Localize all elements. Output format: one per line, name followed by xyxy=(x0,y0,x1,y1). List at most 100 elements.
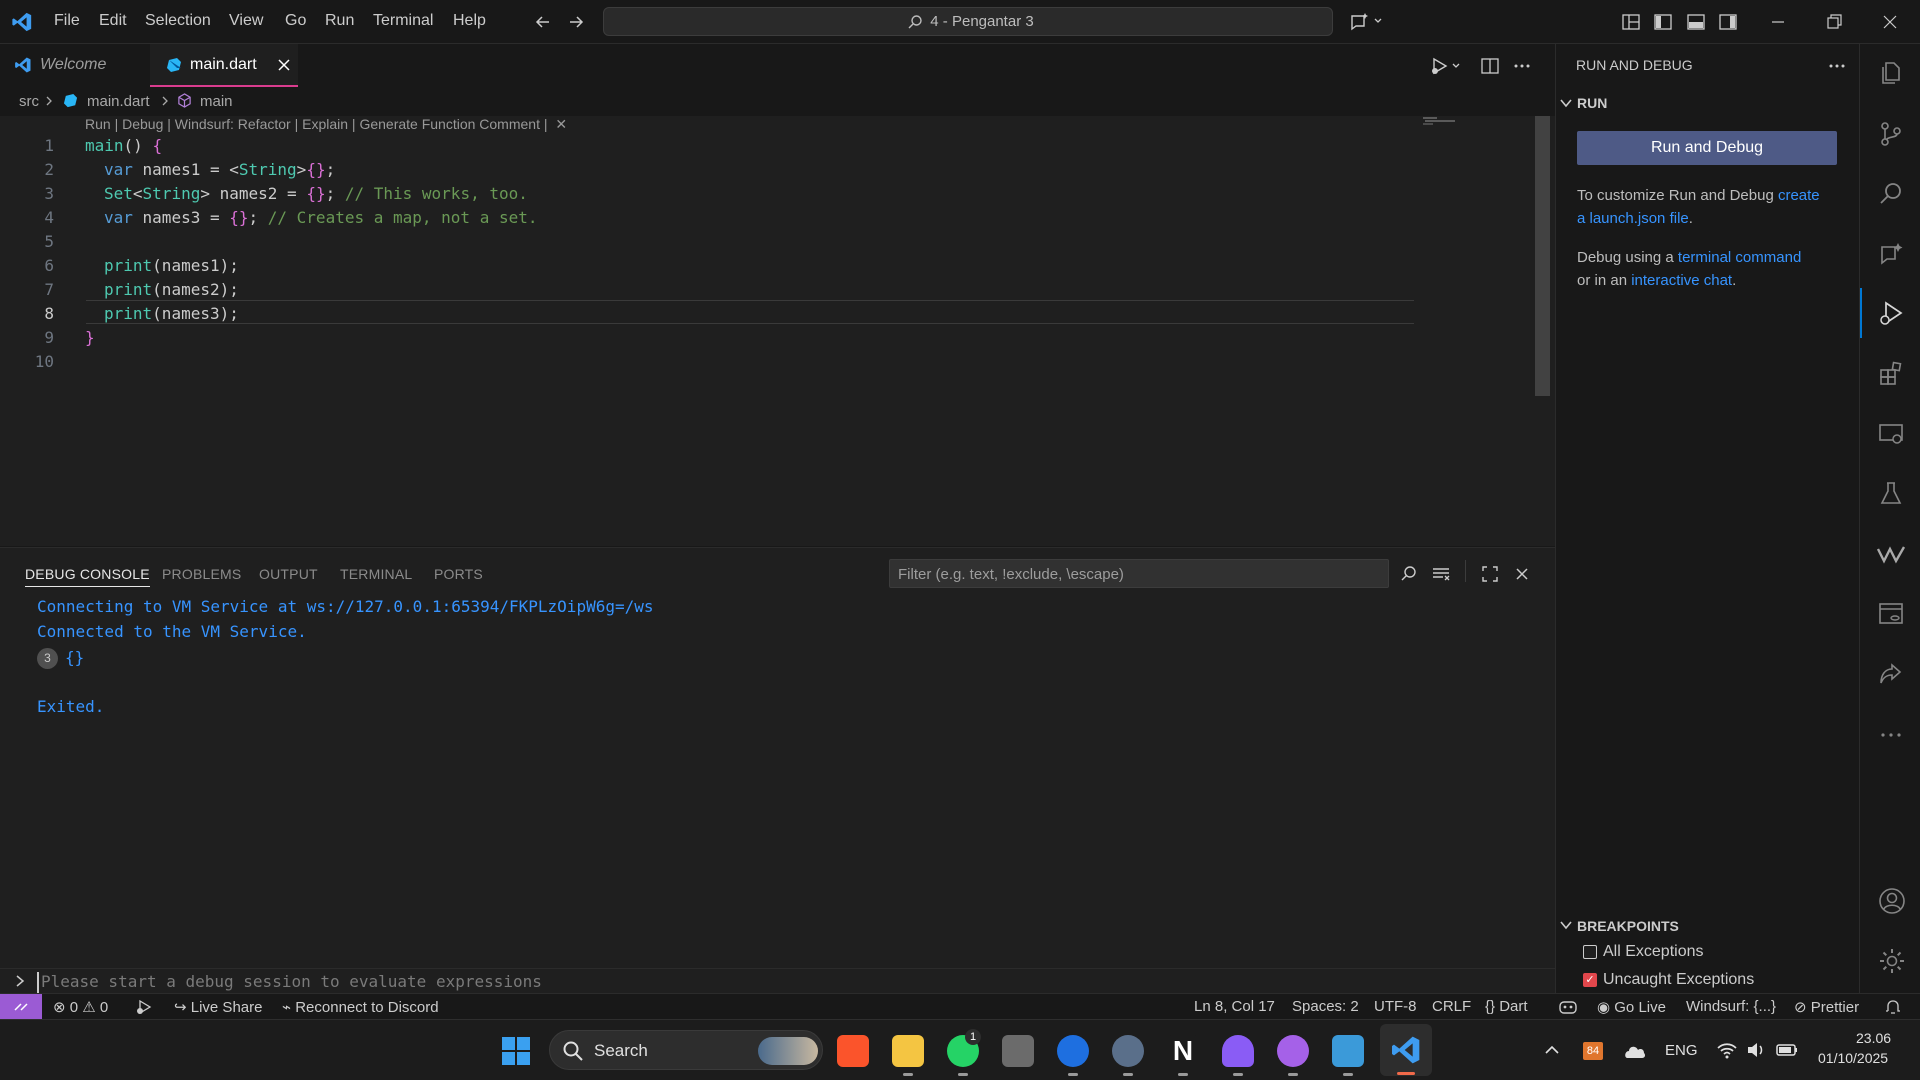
encoding[interactable]: UTF-8 xyxy=(1374,998,1417,1015)
run-debug-dropdown-icon[interactable] xyxy=(1429,56,1463,76)
tray-app-badge[interactable]: 84 xyxy=(1583,1042,1603,1060)
create-link[interactable]: create xyxy=(1778,187,1820,204)
command-center[interactable]: 4 - Pengantar 3 xyxy=(603,7,1333,36)
database-icon[interactable] xyxy=(1878,601,1904,627)
tab-main-dart[interactable]: main.dart xyxy=(150,44,298,87)
input-language[interactable]: ENG xyxy=(1665,1042,1698,1059)
menu-file[interactable]: File xyxy=(54,12,80,30)
remote-indicator[interactable] xyxy=(0,994,42,1020)
maximize-panel-icon[interactable] xyxy=(1480,564,1500,584)
remote-explorer-icon[interactable] xyxy=(1878,421,1904,447)
github-desktop-icon[interactable] xyxy=(1277,1035,1309,1067)
windows-start-icon[interactable] xyxy=(501,1036,531,1066)
menu-edit[interactable]: Edit xyxy=(99,12,127,30)
close-window-icon[interactable] xyxy=(1880,12,1900,32)
clear-console-icon[interactable] xyxy=(1431,564,1451,584)
run-section-header[interactable]: RUN xyxy=(1556,88,1860,118)
customize-layout-icon[interactable] xyxy=(1621,12,1641,32)
tab-output[interactable]: OUTPUT xyxy=(259,566,318,582)
chevron-up-icon[interactable] xyxy=(1542,1040,1562,1060)
minimize-icon[interactable] xyxy=(1768,12,1788,32)
minimap[interactable] xyxy=(1423,116,1472,126)
testing-icon[interactable] xyxy=(1878,481,1904,507)
interactive-chat-link[interactable]: interactive chat xyxy=(1631,272,1732,289)
volume-icon[interactable] xyxy=(1745,1040,1767,1060)
tab-debug-console[interactable]: DEBUG CONSOLE xyxy=(25,566,150,587)
menu-run[interactable]: Run xyxy=(325,12,354,30)
problems-indicator[interactable]: ⊗ 0 ⚠ 0 xyxy=(53,998,108,1016)
vscode-taskbar-button[interactable] xyxy=(1380,1024,1432,1076)
codelens-close-icon[interactable]: ✕ xyxy=(555,116,567,132)
tab-problems[interactable]: PROBLEMS xyxy=(162,566,241,582)
console-object[interactable]: {} xyxy=(65,648,84,667)
file-explorer-icon[interactable] xyxy=(892,1035,924,1067)
menu-terminal[interactable]: Terminal xyxy=(373,12,433,30)
settings-gear-icon[interactable] xyxy=(1878,947,1906,975)
tab-terminal[interactable]: TERMINAL xyxy=(340,566,412,582)
close-panel-icon[interactable] xyxy=(1512,564,1532,584)
filter-input[interactable]: Filter (e.g. text, !exclude, \escape) xyxy=(889,559,1389,588)
more-actions-icon[interactable] xyxy=(1827,56,1847,76)
taskbar-search[interactable]: Search xyxy=(549,1030,823,1070)
eol[interactable]: CRLF xyxy=(1432,998,1471,1015)
breadcrumb-folder[interactable]: src xyxy=(19,93,39,110)
codelens-actions[interactable]: Run | Debug | Windsurf: Refactor | Expla… xyxy=(85,116,548,132)
terminal-command-link[interactable]: terminal command xyxy=(1678,249,1801,266)
run-and-debug-button[interactable]: Run and Debug xyxy=(1577,131,1837,165)
windsurf-status[interactable]: Windsurf: {...} xyxy=(1686,998,1776,1015)
explorer-icon[interactable] xyxy=(1878,60,1904,86)
cube-app-icon[interactable] xyxy=(1002,1035,1034,1067)
go-live-status[interactable]: ◉ Go Live xyxy=(1597,998,1666,1016)
indentation[interactable]: Spaces: 2 xyxy=(1292,998,1359,1015)
menu-go[interactable]: Go xyxy=(285,12,306,30)
maps-pin-icon[interactable] xyxy=(1057,1035,1089,1067)
menu-help[interactable]: Help xyxy=(453,12,486,30)
notion-icon[interactable]: N xyxy=(1167,1035,1199,1067)
breadcrumb-symbol[interactable]: main xyxy=(200,93,233,110)
find-icon[interactable] xyxy=(1399,564,1419,584)
source-control-icon[interactable] xyxy=(1878,121,1904,147)
tab-ports[interactable]: PORTS xyxy=(434,566,483,582)
toggle-secondary-sidebar-icon[interactable] xyxy=(1718,12,1738,32)
close-tab-icon[interactable] xyxy=(277,58,291,72)
menu-selection[interactable]: Selection xyxy=(145,12,211,30)
obsidian-icon[interactable] xyxy=(1222,1035,1254,1067)
search-icon[interactable] xyxy=(1878,181,1904,207)
discord-status[interactable]: ⌁ Reconnect to Discord xyxy=(282,998,439,1016)
nav-back-icon[interactable] xyxy=(533,12,553,32)
accounts-icon[interactable] xyxy=(1878,887,1906,915)
nav-forward-icon[interactable] xyxy=(566,12,586,32)
restore-icon[interactable] xyxy=(1824,12,1844,32)
copilot-status-icon[interactable] xyxy=(1558,998,1578,1016)
code-editor[interactable]: Run | Debug | Windsurf: Refactor | Expla… xyxy=(0,116,1555,546)
windsurf-icon[interactable] xyxy=(1876,541,1906,567)
checkbox-checked[interactable]: ✓ xyxy=(1583,973,1597,987)
more-views-icon[interactable] xyxy=(1878,722,1904,748)
copilot-icon[interactable] xyxy=(1349,10,1385,32)
battery-icon[interactable] xyxy=(1775,1040,1799,1060)
checkbox-unchecked[interactable] xyxy=(1583,945,1597,959)
more-actions-icon[interactable] xyxy=(1512,56,1532,76)
wifi-icon[interactable] xyxy=(1716,1040,1738,1060)
brave-browser-icon[interactable] xyxy=(837,1035,869,1067)
codelens[interactable]: Run | Debug | Windsurf: Refactor | Expla… xyxy=(85,116,567,133)
notepad-icon[interactable] xyxy=(1332,1035,1364,1067)
onedrive-cloud-icon[interactable] xyxy=(1621,1042,1647,1060)
clock-date[interactable]: 01/10/2025 xyxy=(1818,1050,1888,1066)
toggle-panel-icon[interactable] xyxy=(1686,12,1706,32)
split-editor-icon[interactable] xyxy=(1480,56,1500,76)
breakpoints-section-header[interactable]: BREAKPOINTS xyxy=(1556,911,1860,939)
extensions-icon[interactable] xyxy=(1878,361,1904,387)
settings-app-icon[interactable] xyxy=(1112,1035,1144,1067)
live-share-status[interactable]: ↪ Live Share xyxy=(174,998,262,1016)
clock-time[interactable]: 23.06 xyxy=(1856,1030,1891,1046)
debug-status-icon[interactable] xyxy=(134,998,154,1016)
launch-json-link[interactable]: a launch.json file xyxy=(1577,210,1689,227)
prettier-status[interactable]: ⊘ Prettier xyxy=(1794,998,1859,1016)
toggle-primary-sidebar-icon[interactable] xyxy=(1653,12,1673,32)
whatsapp-icon[interactable]: 1 xyxy=(947,1029,981,1067)
language-mode[interactable]: {} Dart xyxy=(1485,998,1528,1015)
chat-sparkle-icon[interactable] xyxy=(1878,241,1904,267)
editor-scrollbar[interactable] xyxy=(1535,116,1550,396)
live-share-icon[interactable] xyxy=(1878,661,1904,687)
